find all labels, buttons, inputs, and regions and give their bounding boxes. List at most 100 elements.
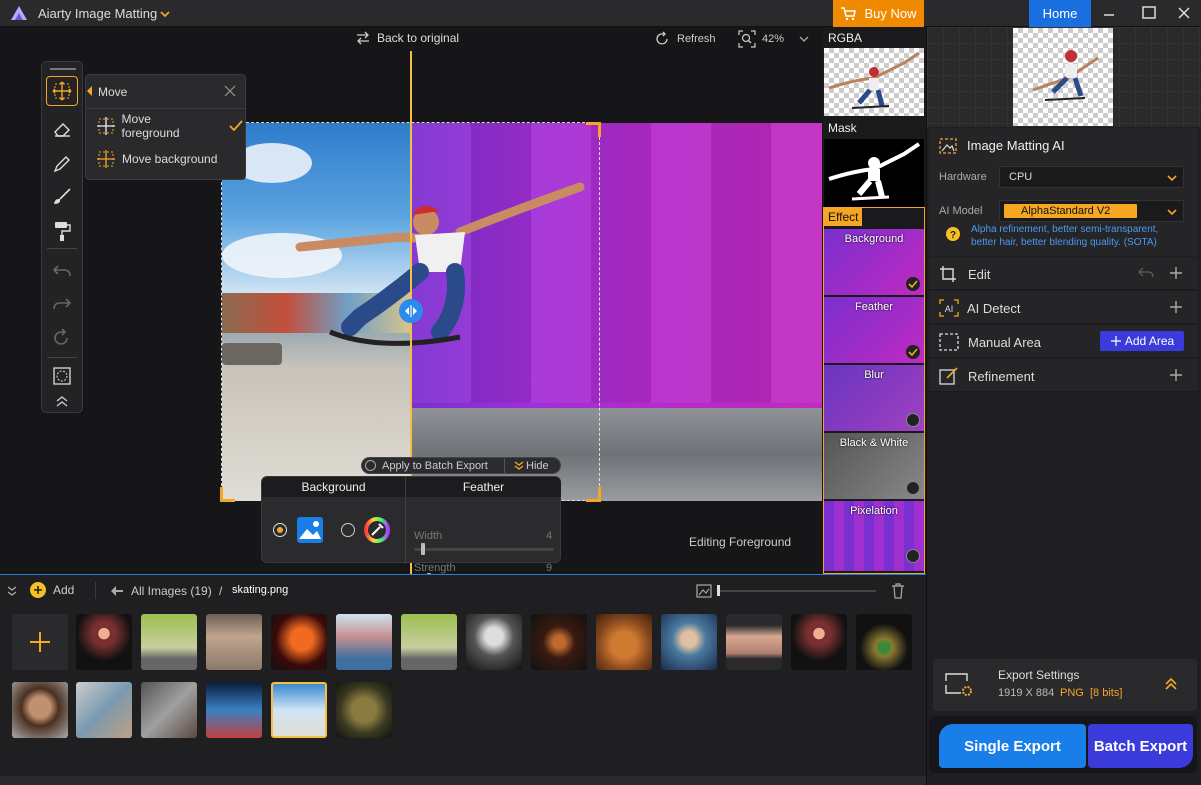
image-background-icon[interactable] <box>297 517 323 543</box>
resize-handle-bottom-left[interactable] <box>220 487 235 502</box>
move-popup: Move Move foreground Move background <box>85 74 246 180</box>
model-select[interactable]: AlphaStandard V2 <box>999 200 1184 222</box>
check-icon <box>908 348 918 356</box>
plus-icon[interactable] <box>1169 300 1183 314</box>
gallery-thumb-hair-girl[interactable] <box>336 614 392 670</box>
export-settings[interactable]: Export Settings 1919 X 884 PNG [8 bits] <box>933 659 1197 711</box>
refinement-section[interactable]: Refinement <box>929 359 1198 392</box>
gallery-thumb-spider-web[interactable] <box>336 682 392 738</box>
effect-feather[interactable]: Feather <box>824 297 924 363</box>
effect-black-white[interactable]: Black & White <box>824 433 924 499</box>
home-button[interactable]: Home <box>1029 0 1091 27</box>
move-tool-button[interactable] <box>46 76 78 106</box>
roller-tool-button[interactable] <box>46 216 78 246</box>
refresh-icon <box>656 31 668 45</box>
background-tab[interactable]: Background <box>262 477 405 497</box>
gallery-thumb-room[interactable] <box>141 682 197 738</box>
image-bg-radio[interactable] <box>273 523 287 537</box>
refresh-button[interactable]: Refresh <box>655 31 716 46</box>
move-background-option[interactable]: Move background <box>95 147 243 171</box>
add-image-tile[interactable] <box>12 614 68 670</box>
collapse-palette-button[interactable] <box>46 391 78 411</box>
export-settings-icon <box>945 673 972 696</box>
undo-icon <box>52 265 71 277</box>
mask-preview[interactable] <box>824 139 924 207</box>
gallery-thumb-silhouette[interactable] <box>271 614 327 670</box>
selection-tool-button[interactable] <box>46 361 78 391</box>
effect-background[interactable]: Background <box>824 229 924 295</box>
gallery-thumb-necklace[interactable] <box>856 614 912 670</box>
trash-icon[interactable] <box>891 583 905 599</box>
model-value: AlphaStandard V2 <box>1021 205 1111 217</box>
ai-detect-section[interactable]: AI AI Detect <box>929 291 1198 324</box>
gallery-thumb-jellyfish[interactable] <box>76 614 132 670</box>
plus-icon[interactable] <box>1169 368 1183 382</box>
hardware-select[interactable]: CPU <box>999 166 1184 188</box>
gallery-thumb-neon[interactable] <box>206 682 262 738</box>
double-chevron-down-icon[interactable] <box>6 585 18 597</box>
undo-icon[interactable] <box>1138 266 1154 280</box>
resize-handle-top-right[interactable] <box>586 122 601 137</box>
effect-pixelation[interactable]: Pixelation <box>824 501 924 571</box>
hide-label[interactable]: Hide <box>526 460 549 472</box>
width-slider[interactable] <box>414 548 554 551</box>
gallery-thumb-bearded-man[interactable] <box>12 682 68 738</box>
thumbnail-size-thumb[interactable] <box>717 585 720 596</box>
minimize-icon[interactable] <box>1101 6 1117 22</box>
move-foreground-option[interactable]: Move foreground <box>95 112 243 140</box>
gallery-thumb-bike-2[interactable] <box>401 614 457 670</box>
color-picker-icon[interactable] <box>363 516 391 544</box>
gallery-thumb-jellyfish-2[interactable] <box>791 614 847 670</box>
brush-tool-button[interactable] <box>46 182 78 212</box>
add-area-button[interactable]: Add Area <box>1100 331 1184 351</box>
double-chevron-down-icon[interactable] <box>514 461 524 471</box>
manual-area-section[interactable]: Manual Area Add Area <box>929 325 1198 358</box>
reset-button[interactable] <box>46 323 78 353</box>
selection-box[interactable] <box>221 122 600 501</box>
effect-bw-radio <box>906 481 920 495</box>
gallery-thumb-bokeh-woman[interactable] <box>531 614 587 670</box>
gallery-thumb-blue-woman[interactable] <box>661 614 717 670</box>
gallery-thumb-portrait[interactable] <box>726 614 782 670</box>
effect-blur[interactable]: Blur <box>824 365 924 431</box>
color-bg-radio[interactable] <box>341 523 355 537</box>
gallery-thumb-girl-toys[interactable] <box>76 682 132 738</box>
back-to-original-button[interactable]: Back to original <box>355 31 459 45</box>
breadcrumb-separator: / <box>219 584 223 598</box>
edit-section[interactable]: Edit <box>929 257 1198 290</box>
thumbnail-size-slider[interactable] <box>718 590 876 592</box>
buy-now-button[interactable]: Buy Now <box>833 0 924 27</box>
all-images-link[interactable]: All Images (19) <box>131 584 212 598</box>
feather-tab[interactable]: Feather <box>406 477 561 497</box>
plus-icon[interactable] <box>1169 266 1183 280</box>
redo-button[interactable] <box>46 290 78 320</box>
zoom-control[interactable]: 42% <box>738 30 810 48</box>
gallery-thumb-skating-selected[interactable] <box>271 682 327 738</box>
svg-text:AI: AI <box>945 304 954 314</box>
rgba-preview[interactable] <box>824 48 924 116</box>
background-tab-label: Background <box>301 480 366 494</box>
single-export-button[interactable]: Single Export <box>939 724 1086 768</box>
double-chevron-up-icon[interactable] <box>1164 677 1178 691</box>
gallery-thumb-cat[interactable] <box>596 614 652 670</box>
close-icon[interactable] <box>224 85 236 97</box>
undo-button[interactable] <box>46 257 78 287</box>
back-arrow-icon[interactable] <box>110 585 124 597</box>
batch-export-button[interactable]: Batch Export <box>1088 724 1193 768</box>
gallery-thumb-angel[interactable] <box>466 614 522 670</box>
add-image-button[interactable]: Add <box>30 582 74 598</box>
chevron-down-icon[interactable] <box>159 9 171 19</box>
maximize-icon[interactable] <box>1141 5 1157 21</box>
eraser-tool-button[interactable] <box>46 114 78 144</box>
apply-batch-label[interactable]: Apply to Batch Export <box>382 460 488 472</box>
resize-handle-bottom-right[interactable] <box>586 487 601 502</box>
horizontal-scrollbar[interactable] <box>0 776 926 785</box>
pen-tool-button[interactable] <box>46 149 78 179</box>
plus-icon <box>30 632 50 652</box>
apply-batch-radio[interactable] <box>365 460 376 471</box>
gallery-thumb-bike[interactable] <box>141 614 197 670</box>
gallery-thumb-woman-dress[interactable] <box>206 614 262 670</box>
close-window-icon[interactable] <box>1176 5 1192 21</box>
canvas-area[interactable]: Back to original Refresh 42% Move Move f… <box>0 27 823 585</box>
width-slider-thumb[interactable] <box>421 543 425 555</box>
